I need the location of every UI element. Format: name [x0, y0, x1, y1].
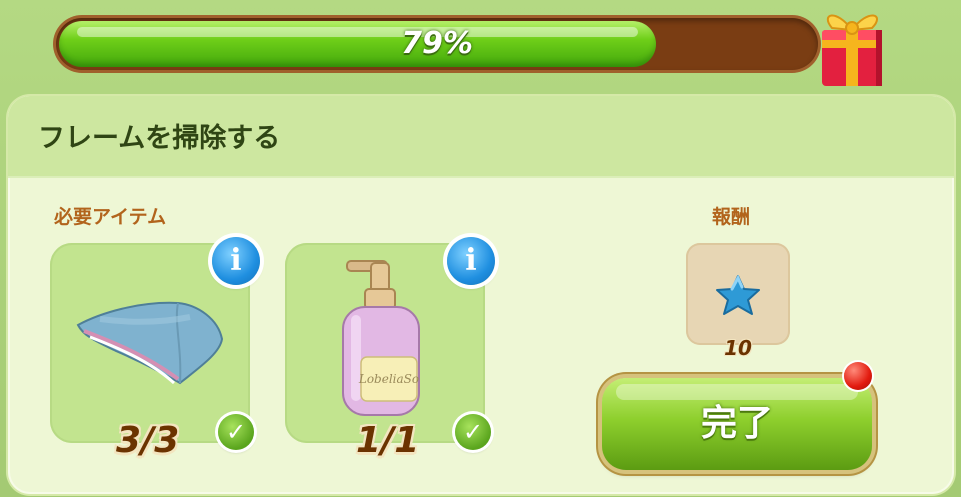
- item-card-cloth[interactable]: i: [50, 237, 260, 443]
- check-icon: ✓: [455, 414, 491, 450]
- progress-percent: 79%: [401, 26, 473, 61]
- item-card-soap[interactable]: LobeliaSo i: [285, 237, 495, 443]
- required-items-label: 必要アイテム: [54, 206, 167, 228]
- task-title: フレームを掃除する: [38, 123, 281, 154]
- reward-box[interactable]: [686, 243, 790, 345]
- item-count-soap: 1/1: [356, 420, 420, 461]
- task-screen: 79% フレームを掃除する 必要アイテム 報酬 i 3/3 ✓ LobeliaS…: [0, 0, 961, 497]
- blue-star-icon: [716, 274, 760, 315]
- check-icon: ✓: [218, 414, 254, 450]
- panel-header: フレームを掃除する: [8, 96, 954, 178]
- notification-dot: [844, 362, 872, 390]
- complete-button[interactable]: 完了: [602, 378, 872, 470]
- gift-box-icon[interactable]: [806, 0, 898, 92]
- complete-button-label: 完了: [700, 403, 773, 444]
- reward-label: 報酬: [712, 206, 751, 228]
- item-count-cloth: 3/3: [116, 420, 180, 461]
- soap-bottle-icon: LobeliaSo: [342, 260, 420, 416]
- info-button-soap[interactable]: i: [447, 237, 495, 285]
- cloth-icon: [76, 301, 224, 385]
- info-button-cloth[interactable]: i: [212, 237, 260, 285]
- reward-count: 10: [724, 336, 752, 360]
- svg-text:LobeliaSo: LobeliaSo: [358, 372, 419, 386]
